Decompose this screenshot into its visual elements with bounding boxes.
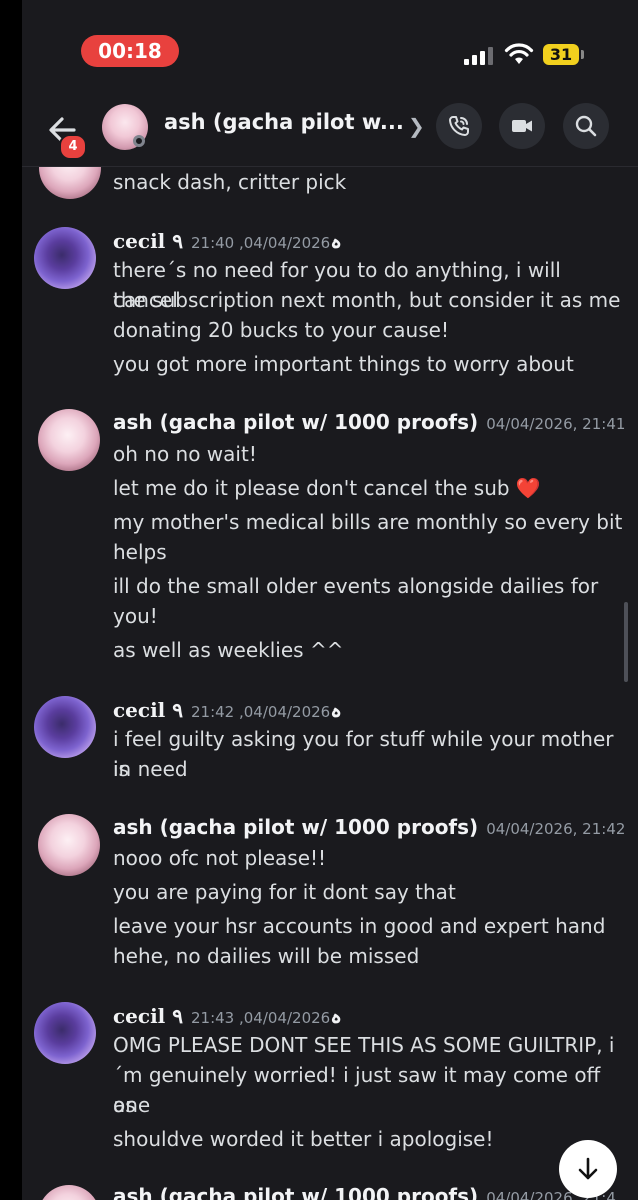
cellular-signal-icon (464, 47, 494, 65)
phone-call-icon (449, 116, 469, 136)
timestamp: 04/04/2026, 21:42 (486, 820, 626, 838)
message-text: oh no no wait! (113, 442, 257, 466)
author-name[interactable]: ash (gacha pilot w/ 1000 proofs) (113, 410, 478, 434)
message-header: cecil ۹ہ04/04/2026, 21:40 (113, 229, 342, 253)
message-text: let me do it please don't cancel the sub… (113, 473, 623, 503)
timestamp: 04/04/2026, 21:41 (486, 415, 626, 433)
scrollbar[interactable] (624, 602, 628, 682)
wifi-icon (504, 43, 534, 64)
message-text: helps (113, 540, 167, 564)
message-text: leave your hsr accounts in good and expe… (113, 914, 606, 938)
search-icon (575, 115, 597, 137)
message-text: as well as weeklies ^^ (113, 638, 344, 662)
message-text: one (113, 1093, 151, 1117)
timestamp: 04/04/2026, 21:42 (190, 703, 331, 721)
avatar[interactable] (34, 696, 96, 758)
video-camera-icon (512, 120, 532, 132)
message-text: the subscription next month, but conside… (113, 288, 621, 312)
message-header: cecil ۹ہ04/04/2026, 21:42 (113, 698, 342, 722)
message-text: you! (113, 604, 158, 628)
voice-call-button[interactable] (436, 103, 482, 149)
search-button[interactable] (563, 103, 609, 149)
video-call-button[interactable] (499, 103, 545, 149)
author-name[interactable]: ash (gacha pilot w/ 1000 proofs) (113, 815, 478, 839)
avatar[interactable] (38, 409, 100, 471)
chevron-right-icon[interactable]: ❯ (408, 114, 425, 138)
message-text: shouldve worded it better i apologise! (113, 1127, 494, 1151)
message-text: you got more important things to worry a… (113, 352, 574, 376)
arrow-down-icon (578, 1157, 598, 1180)
message-text: OMG PLEASE DONT SEE THIS AS SOME GUILTRI… (113, 1033, 615, 1057)
heart-emoji-icon: ❤️ (515, 476, 541, 500)
chat-title[interactable]: ash (gacha pilot w... (164, 110, 404, 134)
timestamp: 04/04/2026, 21:43 (190, 1009, 331, 1027)
unread-badge: 4 (59, 134, 87, 160)
message-text: you are paying for it dont say that (113, 880, 456, 904)
message-list[interactable]: snack dash, critter pick cecil ۹ہ04/04/2… (22, 137, 638, 1200)
message-text: snack dash, critter pick (113, 170, 347, 194)
jump-to-latest-button[interactable] (559, 1140, 617, 1198)
message-text: donating 20 bucks to your cause! (113, 318, 449, 342)
message-header: cecil ۹ہ04/04/2026, 21:43 (113, 1004, 342, 1028)
battery-level: 31 (543, 44, 579, 65)
message-text-content: let me do it please don't cancel the sub (113, 476, 510, 500)
avatar[interactable] (34, 227, 96, 289)
message-text: nooo ofc not please!! (113, 846, 327, 870)
message-text: in need (113, 757, 188, 781)
avatar[interactable] (34, 1002, 96, 1064)
author-name[interactable]: ash (gacha pilot w/ 1000 proofs) (113, 1184, 478, 1200)
status-indicator (133, 135, 145, 147)
message-text: my mother's medical bills are monthly so… (113, 510, 623, 534)
chat-header: 4 ash (gacha pilot w... ❯ (22, 100, 638, 167)
message-header: ash (gacha pilot w/ 1000 proofs) 04/04/20… (113, 1184, 616, 1200)
status-time: 00:18 (81, 35, 179, 67)
status-bar: 00:18 31 (22, 0, 638, 100)
timestamp: 04/04/2026, 21:40 (190, 234, 331, 252)
message-text: hehe, no dailies will be missed (113, 944, 420, 968)
message-text: ill do the small older events alongside … (113, 574, 599, 598)
battery-tip (581, 50, 584, 59)
avatar[interactable] (38, 814, 100, 876)
discord-chat-screen: 00:18 31 4 ash (gacha pilot w... ❯ snack… (22, 0, 638, 1200)
message-header: ash (gacha pilot w/ 1000 proofs) 04/04/20… (113, 815, 625, 839)
avatar[interactable] (38, 1185, 100, 1200)
message-header: ash (gacha pilot w/ 1000 proofs) 04/04/20… (113, 410, 625, 434)
